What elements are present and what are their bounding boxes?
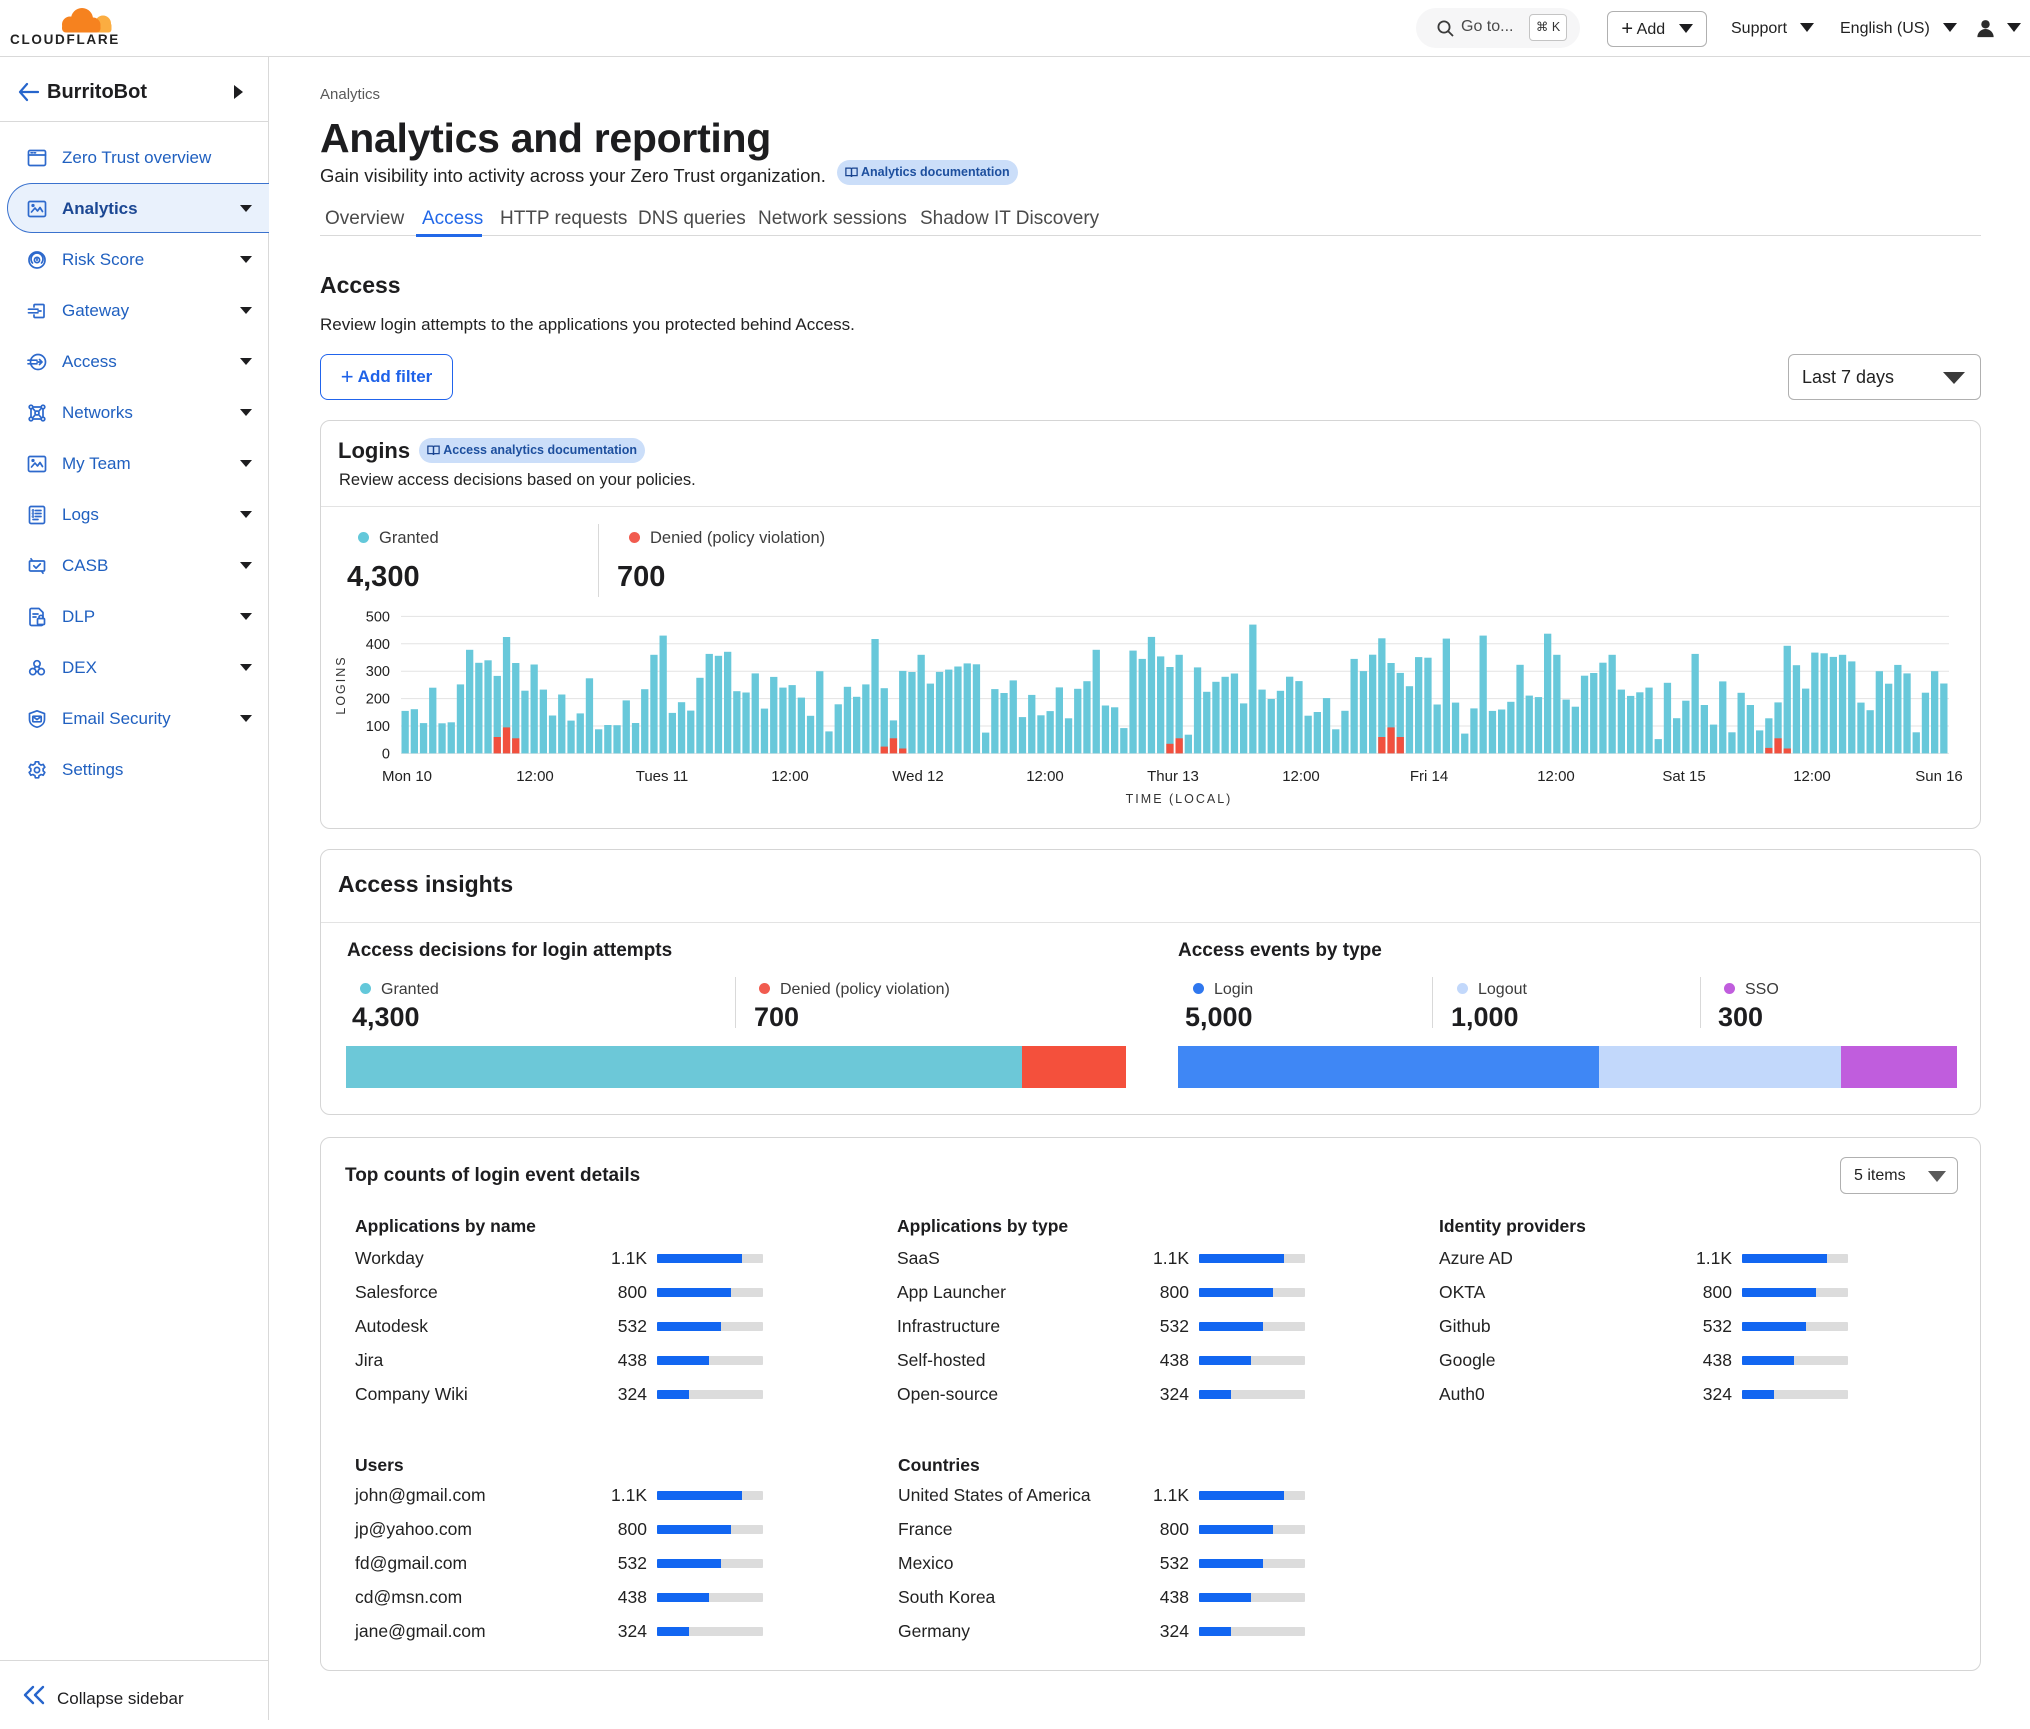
svg-text:LOGINS: LOGINS [334, 655, 348, 714]
svg-text:TIME (LOCAL): TIME (LOCAL) [1126, 792, 1233, 806]
svg-text:Fri 14: Fri 14 [1410, 768, 1448, 785]
svg-text:500: 500 [366, 609, 390, 625]
svg-text:12:00: 12:00 [1793, 768, 1831, 785]
svg-text:12:00: 12:00 [1026, 768, 1064, 785]
svg-text:200: 200 [366, 692, 390, 708]
svg-text:100: 100 [366, 719, 390, 735]
svg-text:Tues 11: Tues 11 [636, 768, 689, 785]
svg-text:Sun 16: Sun 16 [1915, 768, 1963, 785]
svg-text:Mon 10: Mon 10 [382, 768, 432, 785]
svg-text:Sat 15: Sat 15 [1662, 768, 1705, 785]
svg-text:12:00: 12:00 [1537, 768, 1575, 785]
svg-text:12:00: 12:00 [771, 768, 809, 785]
svg-text:300: 300 [366, 664, 390, 680]
svg-text:12:00: 12:00 [1282, 768, 1320, 785]
svg-text:400: 400 [366, 637, 390, 653]
svg-text:12:00: 12:00 [516, 768, 554, 785]
svg-text:Wed 12: Wed 12 [892, 768, 943, 785]
svg-text:0: 0 [382, 746, 390, 762]
svg-text:Thur 13: Thur 13 [1147, 768, 1199, 785]
